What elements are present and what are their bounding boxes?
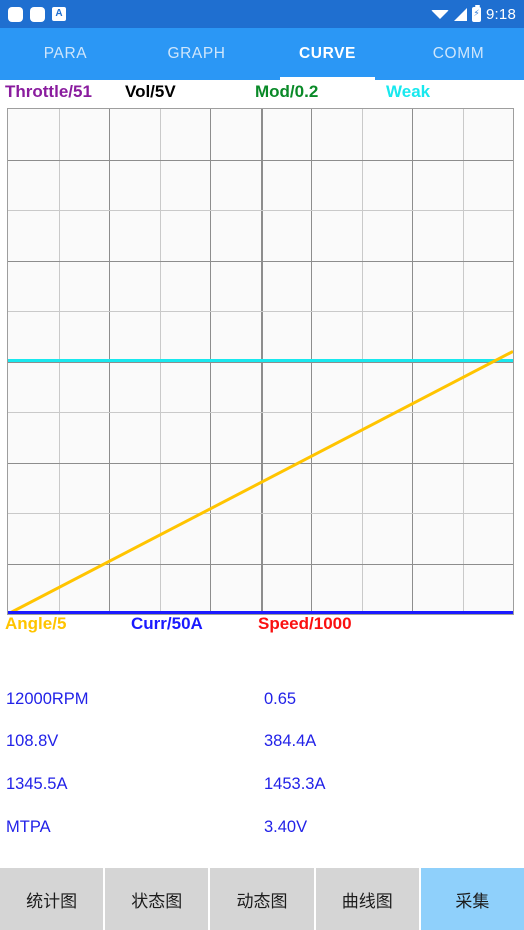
button-curve-chart[interactable]: 曲线图 <box>315 868 419 930</box>
readout-control-mode: MTPA <box>6 818 51 836</box>
tab-curve[interactable]: CURVE <box>262 28 393 80</box>
series-angle-line <box>8 350 513 614</box>
readout-throttle-voltage: 3.40V <box>264 818 308 836</box>
battery-icon <box>472 4 481 22</box>
status-bar-right-icons: 9:18 <box>431 0 516 28</box>
app-square-icon <box>30 6 45 22</box>
status-bar-clock: 9:18 <box>486 5 516 23</box>
button-status-chart[interactable]: 状态图 <box>105 868 209 930</box>
a-badge-icon: A <box>52 7 66 21</box>
legend-speed: Speed/1000 <box>258 614 352 633</box>
readout-modulation: 0.65 <box>264 690 297 708</box>
curve-chart: Throttle/51 Vol/5V Mod/0.2 Weak Angle/5 … <box>0 80 524 646</box>
status-bar-left-icons: A <box>8 6 66 22</box>
tab-comm[interactable]: COMM <box>393 28 524 80</box>
readout-row: 1345.5A 1453.3A <box>0 775 524 817</box>
chart-top-legend: Throttle/51 Vol/5V Mod/0.2 Weak <box>0 82 524 106</box>
chart-plot-area[interactable] <box>7 108 514 615</box>
legend-mod: Mod/0.2 <box>255 82 319 101</box>
readout-current-d: 1345.5A <box>6 775 68 793</box>
app-square-icon <box>8 6 23 22</box>
button-acquire[interactable]: 采集 <box>420 868 524 930</box>
readout-current-q: 1453.3A <box>264 775 326 793</box>
readout-row: 108.8V 384.4A <box>0 732 524 774</box>
tab-bar: PARA GRAPH CURVE COMM <box>0 28 524 80</box>
tab-para[interactable]: PARA <box>0 28 131 80</box>
button-dynamic-chart[interactable]: 动态图 <box>210 868 314 930</box>
tab-graph[interactable]: GRAPH <box>131 28 262 80</box>
readout-row: 12000RPM 0.65 <box>0 690 524 732</box>
chart-bottom-legend: Angle/5 Curr/50A Speed/1000 <box>0 614 524 638</box>
signal-icon <box>454 7 467 21</box>
readout-current-a: 384.4A <box>264 732 317 750</box>
button-statistics-chart[interactable]: 统计图 <box>0 868 104 930</box>
legend-angle: Angle/5 <box>5 614 67 633</box>
readout-row: MTPA 3.40V <box>0 818 524 860</box>
readout-speed-rpm: 12000RPM <box>6 690 89 708</box>
readout-voltage: 108.8V <box>6 732 59 750</box>
legend-weak: Weak <box>386 82 431 101</box>
status-bar: A 9:18 <box>0 0 524 28</box>
legend-throttle: Throttle/51 <box>5 82 92 101</box>
readout-panel: 12000RPM 0.65 108.8V 384.4A 1345.5A 1453… <box>0 686 524 866</box>
legend-vol: Vol/5V <box>125 82 176 101</box>
legend-curr: Curr/50A <box>131 614 203 633</box>
wifi-icon <box>431 9 449 19</box>
bottom-button-bar: 统计图 状态图 动态图 曲线图 采集 <box>0 868 524 930</box>
